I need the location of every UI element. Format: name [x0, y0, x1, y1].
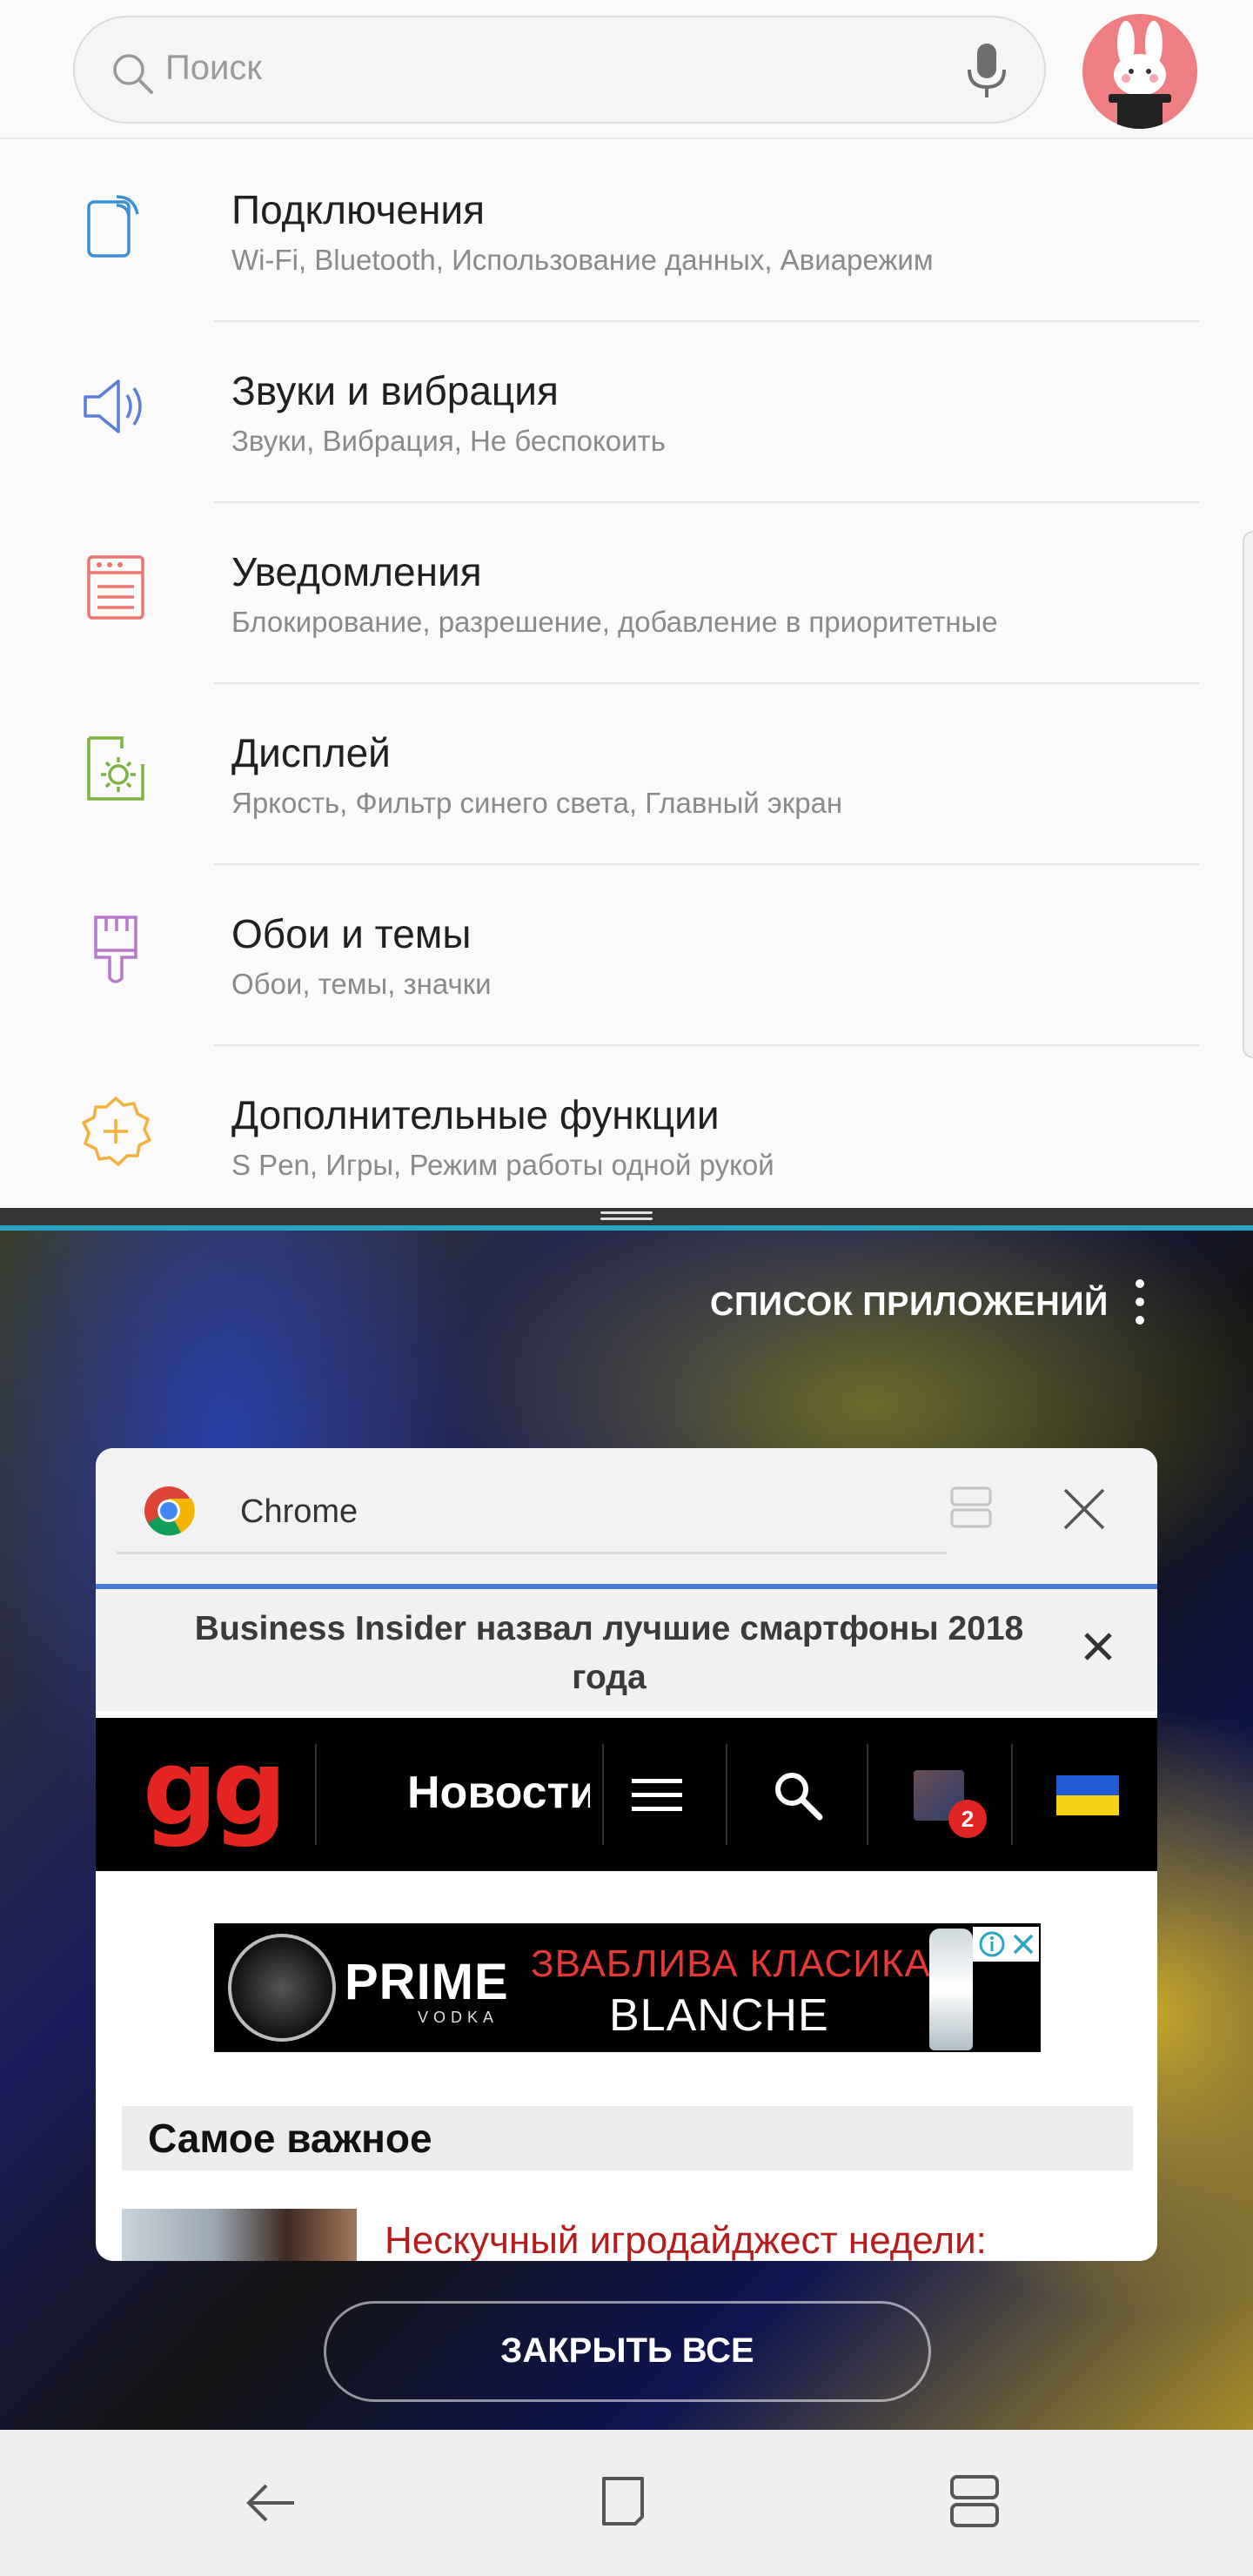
divider: [315, 1744, 317, 1845]
settings-item-subtitle: Обои, темы, значки: [231, 968, 492, 1000]
avatar[interactable]: [1082, 14, 1197, 129]
recent-apps-icon[interactable]: [947, 2473, 1002, 2531]
divider: [867, 1744, 868, 1845]
bunny-avatar-icon: [1109, 21, 1171, 129]
display-icon: [87, 736, 144, 801]
split-screen-divider[interactable]: [0, 1208, 1253, 1231]
connections-icon: [87, 195, 139, 258]
ad-subheadline: BLANCHE: [609, 1990, 829, 2041]
article-title-link[interactable]: Нескучный игродайджест недели:: [385, 2219, 987, 2261]
close-icon[interactable]: [1079, 1627, 1117, 1666]
settings-item-subtitle: Яркость, Фильтр синего света, Главный эк…: [231, 787, 843, 819]
settings-pane: Поиск Подключения Wi-Fi, Bluetooth, Испо…: [0, 0, 1253, 1208]
ad-choices[interactable]: [973, 1927, 1039, 1962]
settings-item-subtitle: Звуки, Вибрация, Не беспокоить: [231, 425, 666, 457]
site-header: gg Новости 2: [96, 1718, 1157, 1871]
search-row: Поиск: [0, 0, 1253, 139]
settings-item-sound[interactable]: Звуки и вибрация Звуки, Вибрация, Не бес…: [0, 322, 1253, 503]
settings-item-subtitle: Блокирование, разрешение, добавление в п…: [231, 606, 998, 638]
search-icon: [113, 54, 153, 94]
divider: [726, 1744, 727, 1845]
card-app-name: Chrome: [240, 1493, 358, 1530]
notifications-icon: [87, 555, 144, 620]
scrollbar[interactable]: [1243, 531, 1253, 1058]
section-heading: Самое важное: [122, 2106, 1133, 2170]
settings-item-subtitle: S Pen, Игры, Режим работы одной рукой: [231, 1149, 774, 1181]
nav-news-link[interactable]: Новости: [407, 1767, 590, 1819]
advanced-features-icon: [82, 1097, 151, 1166]
split-resize-handle[interactable]: [600, 1211, 653, 1222]
notification-badge: 2: [948, 1800, 987, 1838]
info-icon[interactable]: [978, 1930, 1006, 1958]
bottle-image: [929, 1929, 973, 2050]
wallpaper-brush-icon: [94, 916, 137, 983]
ukraine-flag-icon[interactable]: [1056, 1775, 1119, 1815]
search-placeholder: Поиск: [165, 49, 262, 87]
settings-item-display[interactable]: Дисплей Яркость, Фильтр синего света, Гл…: [0, 684, 1253, 865]
split-screen-icon[interactable]: [948, 1485, 994, 1530]
recent-app-card[interactable]: Chrome Business Insider назвал лучшие см…: [96, 1448, 1157, 2261]
settings-item-title: Обои и темы: [231, 911, 472, 956]
card-header: Chrome: [96, 1448, 1157, 1587]
settings-item-title: Звуки и вибрация: [231, 368, 559, 413]
notification-text: Business Insider назвал лучшие смартфоны…: [194, 1610, 1024, 1696]
close-all-button[interactable]: ЗАКРЫТЬ ВСЕ: [324, 2301, 931, 2402]
settings-item-notifications[interactable]: Уведомления Блокирование, разрешение, до…: [0, 503, 1253, 684]
card-app-title[interactable]: Chrome: [117, 1467, 947, 1554]
home-icon[interactable]: [595, 2473, 651, 2531]
settings-item-advanced-features[interactable]: Дополнительные функции S Pen, Игры, Режи…: [0, 1046, 1253, 1208]
close-icon[interactable]: [1011, 1932, 1035, 1956]
vodka-emblem-icon: [228, 1934, 336, 2042]
settings-item-title: Уведомления: [231, 549, 482, 594]
chrome-icon: [144, 1486, 195, 1536]
settings-item-title: Подключения: [231, 187, 486, 232]
app-list-button[interactable]: СПИСОК ПРИЛОЖЕНИЙ: [710, 1286, 1109, 1324]
system-navigation-bar: [0, 2430, 1253, 2576]
close-icon[interactable]: [1060, 1485, 1109, 1533]
settings-item-connections[interactable]: Подключения Wi-Fi, Bluetooth, Использова…: [0, 141, 1253, 322]
settings-item-title: Дополнительные функции: [231, 1092, 720, 1137]
search-icon[interactable]: [771, 1768, 825, 1822]
more-options-icon[interactable]: [1128, 1279, 1152, 1335]
settings-item-title: Дисплей: [231, 730, 391, 775]
divider: [602, 1744, 604, 1845]
notification-banner[interactable]: Business Insider назвал лучшие смартфоны…: [96, 1589, 1157, 1711]
ad-headline: ЗВАБЛИВА КЛАСИКА: [531, 1942, 931, 1985]
section-heading-text: Самое важное: [148, 2116, 432, 2161]
close-all-label: ЗАКРЫТЬ ВСЕ: [500, 2331, 754, 2370]
settings-item-wallpapers-themes[interactable]: Обои и темы Обои, темы, значки: [0, 865, 1253, 1046]
article-thumbnail[interactable]: [122, 2209, 357, 2261]
ad-brand: PRIME: [345, 1954, 509, 2010]
divider: [1011, 1744, 1013, 1845]
microphone-icon[interactable]: [964, 42, 1009, 103]
recent-apps-pane: СПИСОК ПРИЛОЖЕНИЙ Chrome Business Inside…: [0, 1231, 1253, 2430]
search-input[interactable]: Поиск: [73, 16, 1046, 124]
ad-brand-sub: VODKA: [418, 2009, 499, 2026]
hamburger-menu-icon[interactable]: [630, 1775, 684, 1815]
settings-item-subtitle: Wi-Fi, Bluetooth, Использование данных, …: [231, 244, 934, 276]
ad-banner[interactable]: PRIME VODKA ЗВАБЛИВА КЛАСИКА BLANCHE: [214, 1923, 1041, 2052]
sound-icon: [84, 379, 142, 433]
site-logo[interactable]: gg: [143, 1737, 287, 1841]
back-icon[interactable]: [244, 2475, 299, 2531]
